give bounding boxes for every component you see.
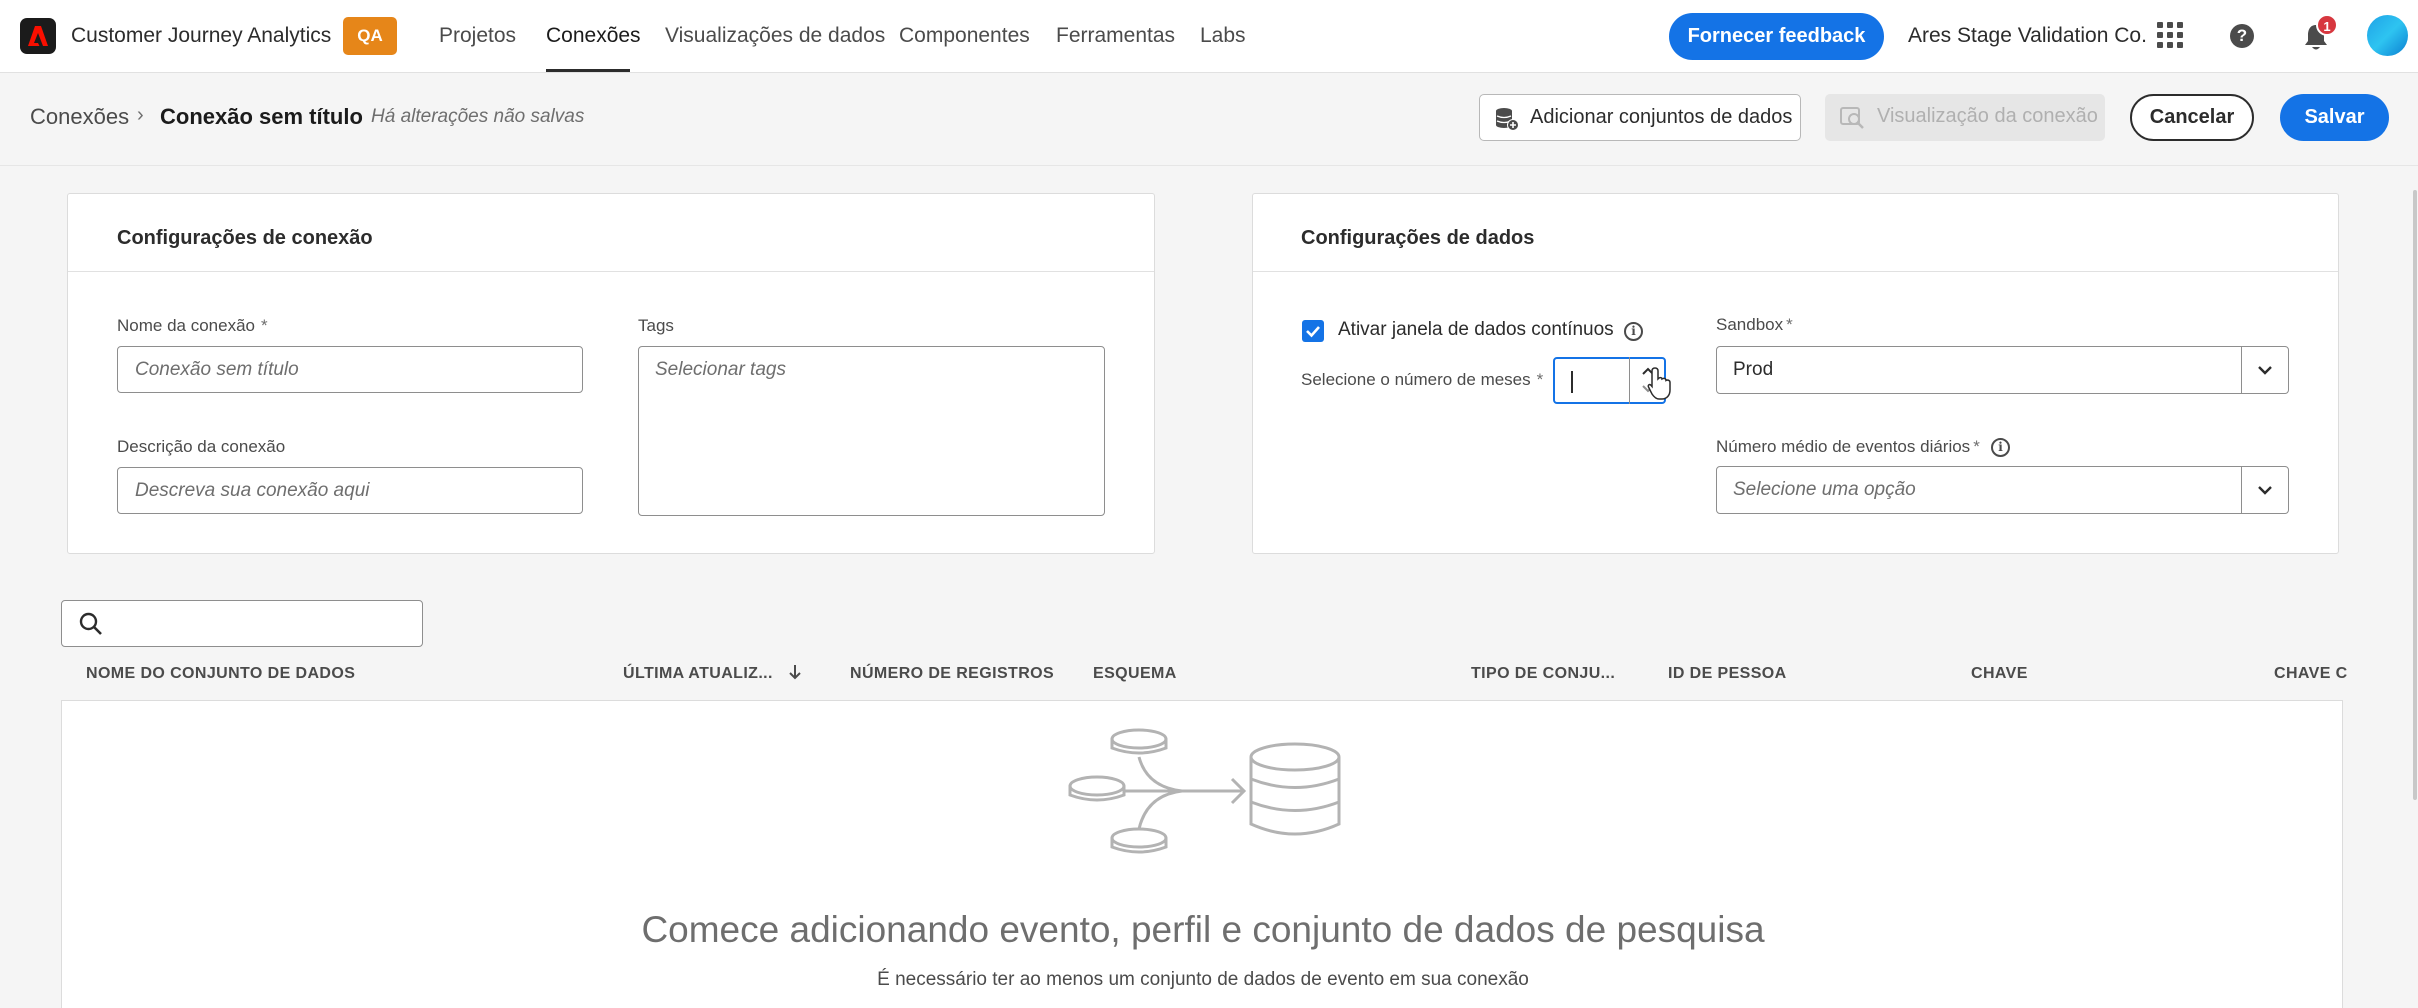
adobe-logo-icon[interactable] (20, 18, 56, 54)
connection-preview-label: Visualização da conexão (1877, 105, 2098, 127)
user-avatar[interactable] (2367, 15, 2408, 56)
datasets-table: Comece adicionando evento, perfil e conj… (61, 700, 2343, 1008)
sandbox-value: Prod (1733, 359, 1774, 380)
breadcrumb-separator-icon: › (137, 104, 144, 126)
rolling-window-info-icon[interactable]: i (1624, 322, 1643, 341)
mouse-pointer-icon (1647, 367, 1671, 400)
nav-componentes[interactable]: Componentes (899, 24, 1030, 48)
notification-count-badge: 1 (2316, 14, 2338, 36)
apps-grid-icon[interactable] (2157, 22, 2184, 49)
top-navigation-bar: Customer Journey Analytics QA Projetos C… (0, 0, 2418, 73)
nav-labs[interactable]: Labs (1200, 24, 1246, 48)
picker-divider (2241, 467, 2242, 513)
rolling-window-checkbox[interactable] (1302, 320, 1324, 342)
connection-description-input[interactable]: Descreva sua conexão aqui (117, 467, 583, 514)
avg-events-picker[interactable]: Selecione uma opção (1716, 466, 2289, 514)
rolling-window-label[interactable]: Ativar janela de dados contínuos (1338, 319, 1614, 341)
search-icon (79, 612, 102, 635)
feedback-button[interactable]: Fornecer feedback (1669, 13, 1884, 60)
empty-state-title: Comece adicionando evento, perfil e conj… (641, 909, 1765, 950)
text-cursor (1571, 371, 1573, 393)
tags-label: Tags (638, 316, 674, 335)
environment-badge: QA (343, 17, 397, 55)
datasets-flow-illustration-icon (1068, 728, 1341, 854)
column-header-dataset-type[interactable]: TIPO DE CONJU... (1471, 665, 1615, 683)
breadcrumb-root[interactable]: Conexões (30, 104, 129, 130)
column-header-last-updated[interactable]: ÚLTIMA ATUALIZ... (623, 665, 773, 683)
org-switcher[interactable]: Ares Stage Validation Co. (1908, 24, 2147, 48)
help-icon[interactable]: ? (2230, 24, 2254, 48)
card-divider (68, 271, 1154, 272)
header-divider (0, 165, 2418, 166)
column-header-dataset-name[interactable]: NOME DO CONJUNTO DE DADOS (86, 665, 355, 683)
nav-visualizacoes-de-dados[interactable]: Visualizações de dados (665, 24, 885, 48)
page-scrollbar[interactable] (2413, 190, 2417, 800)
connection-preview-button[interactable]: Visualização da conexão (1825, 94, 2105, 141)
app-name[interactable]: Customer Journey Analytics (71, 24, 331, 48)
page-title: Conexão sem título (160, 104, 363, 129)
picker-divider (2241, 347, 2242, 393)
card-divider (1253, 271, 2338, 272)
nav-projetos[interactable]: Projetos (439, 24, 516, 48)
connection-description-label: Descrição da conexão (117, 437, 286, 456)
active-nav-indicator (546, 69, 630, 72)
column-header-matching-key[interactable]: CHAVE C (2274, 665, 2348, 683)
dataset-search-input[interactable] (61, 600, 423, 647)
cancel-button[interactable]: Cancelar (2130, 94, 2254, 141)
add-datasets-button[interactable]: Adicionar conjuntos de dados (1479, 94, 1801, 141)
nav-conexoes[interactable]: Conexões (546, 24, 641, 48)
column-header-person-id[interactable]: ID DE PESSOA (1668, 665, 1787, 683)
checkmark-icon (1306, 326, 1320, 338)
connection-settings-title: Configurações de conexão (117, 227, 373, 249)
column-header-schema[interactable]: ESQUEMA (1093, 665, 1177, 683)
database-add-icon (1496, 108, 1519, 131)
tags-input[interactable]: Selecionar tags (638, 346, 1105, 516)
avg-events-placeholder: Selecione uma opção (1733, 479, 1916, 500)
sandbox-label: Sandbox * (1716, 315, 1793, 334)
data-settings-title: Configurações de dados (1301, 227, 1535, 249)
column-header-key[interactable]: CHAVE (1971, 665, 2028, 683)
sandbox-picker[interactable]: Prod (1716, 346, 2289, 394)
sort-descending-icon[interactable] (787, 662, 803, 682)
avg-events-label: Número médio de eventos diários * (1716, 437, 1980, 456)
empty-state-subtitle: É necessário ter ao menos um conjunto de… (877, 969, 1529, 990)
chevron-down-icon[interactable] (2256, 363, 2274, 377)
add-datasets-label: Adicionar conjuntos de dados (1530, 106, 1793, 128)
unsaved-changes-status: Há alterações não salvas (371, 106, 585, 127)
avg-events-info-icon[interactable]: i (1991, 438, 2010, 457)
connection-name-input[interactable]: Conexão sem título (117, 346, 583, 393)
chevron-down-icon[interactable] (2256, 483, 2274, 497)
save-button[interactable]: Salvar (2280, 94, 2389, 141)
preview-icon (1840, 107, 1864, 129)
connection-settings-card: Configurações de conexão Nome da conexão… (67, 193, 1155, 554)
months-label: Selecione o número de meses * (1301, 370, 1544, 389)
nav-ferramentas[interactable]: Ferramentas (1056, 24, 1175, 48)
connection-name-label: Nome da conexão * (117, 316, 268, 335)
column-header-record-count[interactable]: NÚMERO DE REGISTROS (850, 665, 1054, 683)
